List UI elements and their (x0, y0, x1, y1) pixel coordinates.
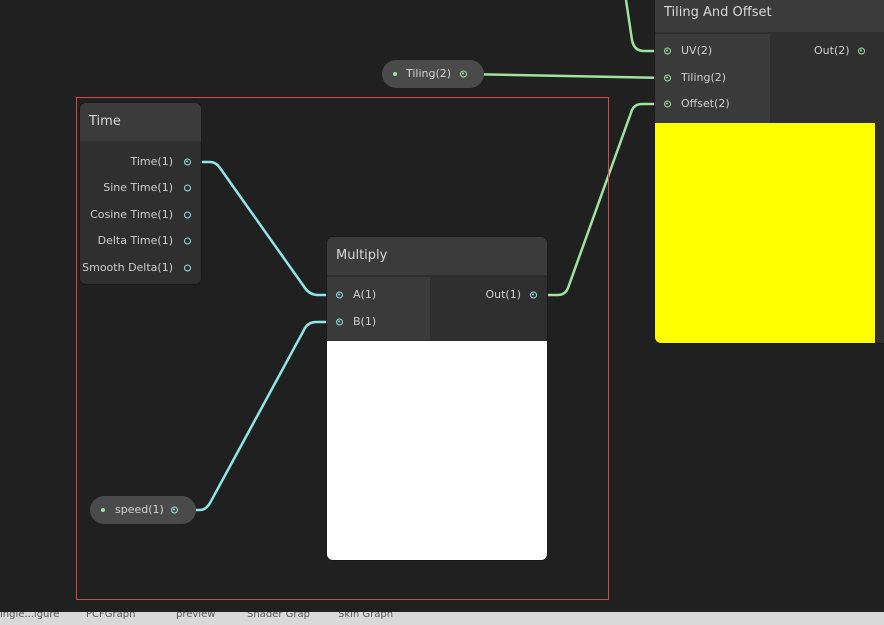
time-output-smooth-delta-label: Smooth Delta(1) (82, 261, 173, 274)
multiply-input-a[interactable]: A(1) (353, 282, 376, 308)
tab-4[interactable]: Shader Grap (247, 612, 310, 620)
multiply-output-label: Out(1) (485, 288, 521, 301)
tiling-output-port[interactable] (858, 47, 865, 55)
tiling-output[interactable]: Out(2) (814, 38, 850, 64)
tiling-input-offset-port[interactable] (664, 100, 671, 108)
time-output-cosine-port[interactable] (184, 211, 191, 219)
time-node-title[interactable]: Time (80, 103, 201, 141)
multiply-input-b-port[interactable] (336, 318, 343, 326)
time-output-cosine-label: Cosine Time(1) (90, 208, 173, 221)
multiply-node[interactable]: Multiply A(1) B(1) Out(1) (327, 237, 547, 560)
tiling-input-offset-label: Offset(2) (681, 97, 730, 110)
multiply-output-port[interactable] (530, 291, 537, 299)
multiply-input-b-label: B(1) (353, 315, 377, 328)
speed-property-node[interactable]: speed(1) (90, 496, 196, 524)
tiling-and-offset-node-title[interactable]: Tiling And Offset (655, 0, 884, 32)
time-output-sine[interactable]: Sine Time(1) (103, 175, 173, 201)
time-output-smooth-delta-port[interactable] (184, 264, 191, 272)
time-node[interactable]: Time Time(1) Sine Time(1) Cosine Time(1)… (80, 103, 201, 284)
tab-3[interactable]: preview (176, 612, 215, 620)
tiling-input-uv-port[interactable] (664, 47, 671, 55)
tab-5[interactable]: Skin Graph (338, 612, 393, 620)
wire-tiling-to-tiling (462, 72, 669, 80)
speed-property-label: speed(1) (115, 503, 164, 516)
time-output-delta-label: Delta Time(1) (97, 234, 173, 247)
tiling-property-port[interactable] (460, 70, 467, 78)
time-output-time-port[interactable] (184, 158, 191, 166)
multiply-input-a-label: A(1) (353, 288, 377, 301)
time-output-sine-port[interactable] (184, 184, 191, 192)
speed-property-exposed-dot (101, 508, 105, 512)
multiply-preview (327, 341, 547, 560)
tab-2[interactable]: PCFGraph (86, 612, 135, 620)
multiply-input-a-port[interactable] (336, 291, 343, 299)
time-output-sine-label: Sine Time(1) (103, 181, 173, 194)
tiling-output-label: Out(2) (814, 44, 850, 57)
tiling-property-label: Tiling(2) (406, 67, 452, 80)
bottom-tab-strip: ingle...igure PCFGraph preview Shader Gr… (0, 612, 884, 625)
tiling-input-tiling-label: Tiling(2) (681, 71, 727, 84)
time-output-delta[interactable]: Delta Time(1) (98, 228, 173, 254)
multiply-output[interactable]: Out(1) (485, 282, 521, 308)
tiling-property-exposed-dot (393, 72, 397, 76)
tiling-property-node[interactable]: Tiling(2) (382, 60, 484, 88)
time-output-delta-port[interactable] (184, 237, 191, 245)
time-output-cosine[interactable]: Cosine Time(1) (90, 202, 173, 228)
tiling-input-tiling-port[interactable] (664, 74, 671, 82)
tiling-input-tiling[interactable]: Tiling(2) (681, 65, 726, 91)
multiply-inputs-panel (327, 277, 430, 340)
tiling-input-uv[interactable]: UV(2) (681, 38, 712, 64)
multiply-node-title[interactable]: Multiply (327, 237, 547, 275)
tiling-preview (655, 123, 875, 343)
tiling-input-uv-label: UV(2) (681, 44, 713, 57)
time-output-smooth-delta[interactable]: Smooth Delta(1) (82, 255, 173, 281)
time-output-time[interactable]: Time(1) (130, 149, 173, 175)
shader-graph-canvas[interactable]: Time Time(1) Sine Time(1) Cosine Time(1)… (0, 0, 884, 625)
time-output-time-label: Time(1) (130, 155, 173, 168)
tiling-input-offset[interactable]: Offset(2) (681, 91, 730, 117)
multiply-input-b[interactable]: B(1) (353, 309, 376, 335)
tiling-and-offset-node[interactable]: Tiling And Offset UV(2) Tiling(2) Offset… (655, 0, 884, 343)
speed-property-port[interactable] (171, 506, 178, 514)
tab-1[interactable]: ingle...igure (0, 612, 59, 620)
